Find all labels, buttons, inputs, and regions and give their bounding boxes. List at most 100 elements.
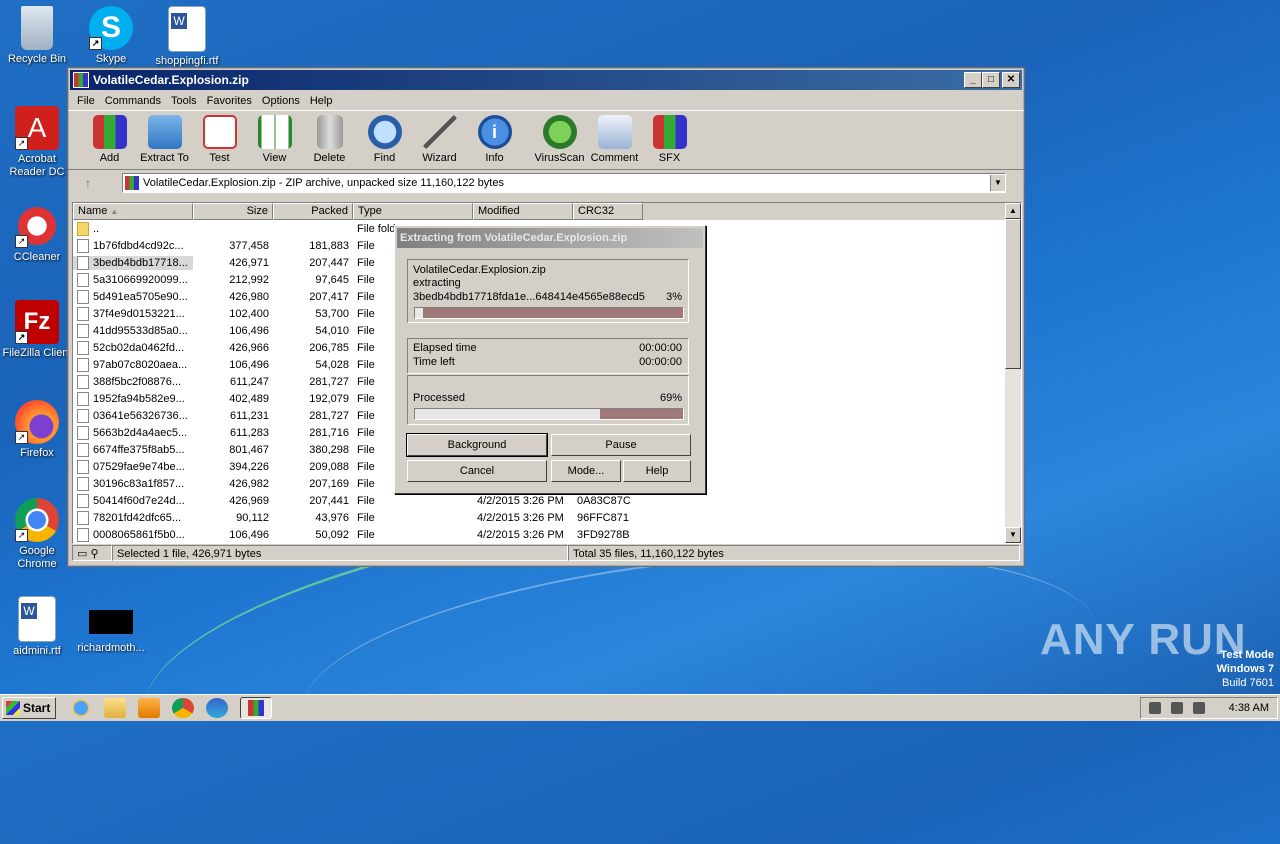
desktop-icon-firefox[interactable]: ↗ Firefox: [0, 400, 74, 460]
flag-icon[interactable]: [1192, 702, 1205, 714]
menu-favorites[interactable]: Favorites: [202, 95, 257, 107]
ccleaner-icon: ↗: [15, 204, 59, 248]
start-button[interactable]: Start: [2, 697, 56, 719]
file-packed-cell: 281,727: [309, 375, 349, 388]
internet-explorer-icon[interactable]: [70, 698, 92, 718]
file-size-cell: 102,400: [229, 307, 269, 320]
pause-button[interactable]: Pause: [551, 434, 691, 456]
column-header-name[interactable]: Name ▲: [73, 203, 193, 220]
table-row[interactable]: 50414f60d7e24d... 426,969 207,441 File 4/2/2…: [73, 492, 1021, 509]
file-percent: 3%: [666, 291, 682, 303]
close-button[interactable]: ✕: [1002, 72, 1020, 88]
drive-icon[interactable]: ▭ ⚲: [72, 545, 112, 561]
file-icon: [77, 425, 89, 440]
vertical-scrollbar[interactable]: ▲ ▼: [1005, 203, 1021, 543]
desktop-icon-ccleaner[interactable]: ↗ CCleaner: [0, 204, 74, 264]
explorer-folder-icon[interactable]: [104, 698, 126, 718]
archive-path-field[interactable]: VolatileCedar.Explosion.zip - ZIP archiv…: [122, 173, 1006, 193]
windows-flag-icon: [6, 701, 20, 715]
network-icon[interactable]: [1170, 702, 1183, 714]
desktop-icon-label: Acrobat Reader DC: [9, 153, 65, 178]
file-size-cell: 377,458: [229, 239, 269, 252]
table-row[interactable]: 0008065861f5b0... 106,496 50,092 File 4/2/20…: [73, 526, 1021, 543]
file-size-cell: 394,226: [229, 460, 269, 473]
maximize-button[interactable]: □: [982, 72, 1000, 88]
help-button[interactable]: Help: [623, 460, 691, 482]
file-thumbnail-icon: [89, 610, 133, 634]
background-button[interactable]: Background: [406, 433, 548, 457]
test-mode-line2: Windows 7: [1216, 663, 1274, 675]
desktop-icon-recycle-bin[interactable]: Recycle Bin: [0, 6, 74, 66]
test-mode-line1: Test Mode: [1220, 649, 1274, 661]
acrobat-icon: A ↗: [15, 106, 59, 150]
wizard-button[interactable]: Wizard: [412, 111, 467, 169]
minimize-button[interactable]: _: [964, 72, 982, 88]
desktop-icon-filezilla[interactable]: Fz ↗ FileZilla Client: [0, 300, 74, 360]
chrome-taskbar-icon[interactable]: [172, 698, 194, 718]
column-header-type[interactable]: Type: [353, 203, 473, 220]
column-header-crc32[interactable]: CRC32: [573, 203, 643, 220]
column-header-modified[interactable]: Modified: [473, 203, 573, 220]
column-header-size[interactable]: Size: [193, 203, 273, 220]
comment-button[interactable]: Comment: [587, 111, 642, 169]
file-crc-cell: 3FD9278B: [577, 528, 630, 541]
menu-commands[interactable]: Commands: [100, 95, 166, 107]
desktop-icon-chrome[interactable]: ↗ Google Chrome: [0, 498, 74, 571]
file-name-cell: 1b76fdbd4cd92c...: [73, 238, 193, 253]
up-arrow-icon[interactable]: ↑: [74, 173, 102, 193]
test-button[interactable]: Test: [192, 111, 247, 169]
extract-to-button[interactable]: Extract To: [137, 111, 192, 169]
info-button[interactable]: i Info: [467, 111, 522, 169]
scroll-thumb[interactable]: [1005, 219, 1021, 369]
delete-button[interactable]: Delete: [302, 111, 357, 169]
file-icon: [77, 272, 89, 287]
menu-options[interactable]: Options: [257, 95, 305, 107]
volume-icon[interactable]: [1148, 702, 1161, 714]
file-name-cell: 52cb02da0462fd...: [73, 340, 193, 355]
file-name-cell: 41dd95533d85a0...: [73, 323, 193, 338]
file-icon: [77, 289, 89, 304]
window-titlebar[interactable]: VolatileCedar.Explosion.zip _ □ ✕: [70, 70, 1022, 90]
file-packed-cell: 207,417: [309, 290, 349, 303]
file-icon: [77, 527, 89, 542]
file-icon: [77, 442, 89, 457]
scroll-up-button[interactable]: ▲: [1005, 203, 1021, 219]
winrar-taskbar-button[interactable]: [240, 697, 272, 719]
desktop-icon-skype[interactable]: S ↗ Skype: [74, 6, 148, 66]
scroll-down-button[interactable]: ▼: [1005, 527, 1021, 543]
add-button[interactable]: Add: [82, 111, 137, 169]
find-button[interactable]: Find: [357, 111, 412, 169]
file-icon: [77, 476, 89, 491]
mode-button[interactable]: Mode...: [551, 460, 621, 482]
toolbar: Add Extract To Test View Delete Find Wiz…: [68, 110, 1024, 170]
file-icon: [77, 357, 89, 372]
sfx-button[interactable]: SFX: [642, 111, 697, 169]
file-packed-cell: 192,079: [309, 392, 349, 405]
desktop-icon-richardmoth[interactable]: richardmoth...: [74, 610, 148, 655]
media-player-icon[interactable]: [138, 698, 160, 718]
desktop-icon-aidmini[interactable]: W aidmini.rtf: [0, 596, 74, 658]
desktop-icon-shoppingfi[interactable]: W shoppingfi.rtf: [150, 6, 224, 68]
column-headers: Name ▲ Size Packed Type Modified CRC32: [73, 203, 1021, 220]
view-button[interactable]: View: [247, 111, 302, 169]
column-header-packed[interactable]: Packed: [273, 203, 353, 220]
table-row[interactable]: 78201fd42dfc65... 90,112 43,976 File 4/2/201…: [73, 509, 1021, 526]
cancel-button[interactable]: Cancel: [407, 460, 547, 482]
menu-tools[interactable]: Tools: [166, 95, 202, 107]
chevron-down-icon[interactable]: ▼: [990, 175, 1005, 191]
menu-help[interactable]: Help: [305, 95, 338, 107]
file-size-cell: 611,231: [230, 409, 269, 422]
edge-icon[interactable]: [206, 698, 228, 718]
menu-file[interactable]: File: [72, 95, 100, 107]
trash-icon: [316, 115, 343, 149]
file-type-cell: File: [357, 511, 375, 524]
action-label: extracting: [413, 277, 461, 289]
magnifier-icon: [367, 115, 402, 149]
desktop-icon-acrobat[interactable]: A ↗ Acrobat Reader DC: [0, 106, 74, 179]
extract-progress-dialog[interactable]: Extracting from VolatileCedar.Explosion.…: [394, 225, 706, 494]
bug-icon: [542, 115, 577, 149]
time-left-label: Time left: [413, 356, 455, 368]
file-name-cell: 30196c83a1f857...: [73, 476, 193, 491]
clock[interactable]: 4:38 AM: [1229, 702, 1269, 714]
virusscan-button[interactable]: VirusScan: [532, 111, 587, 169]
